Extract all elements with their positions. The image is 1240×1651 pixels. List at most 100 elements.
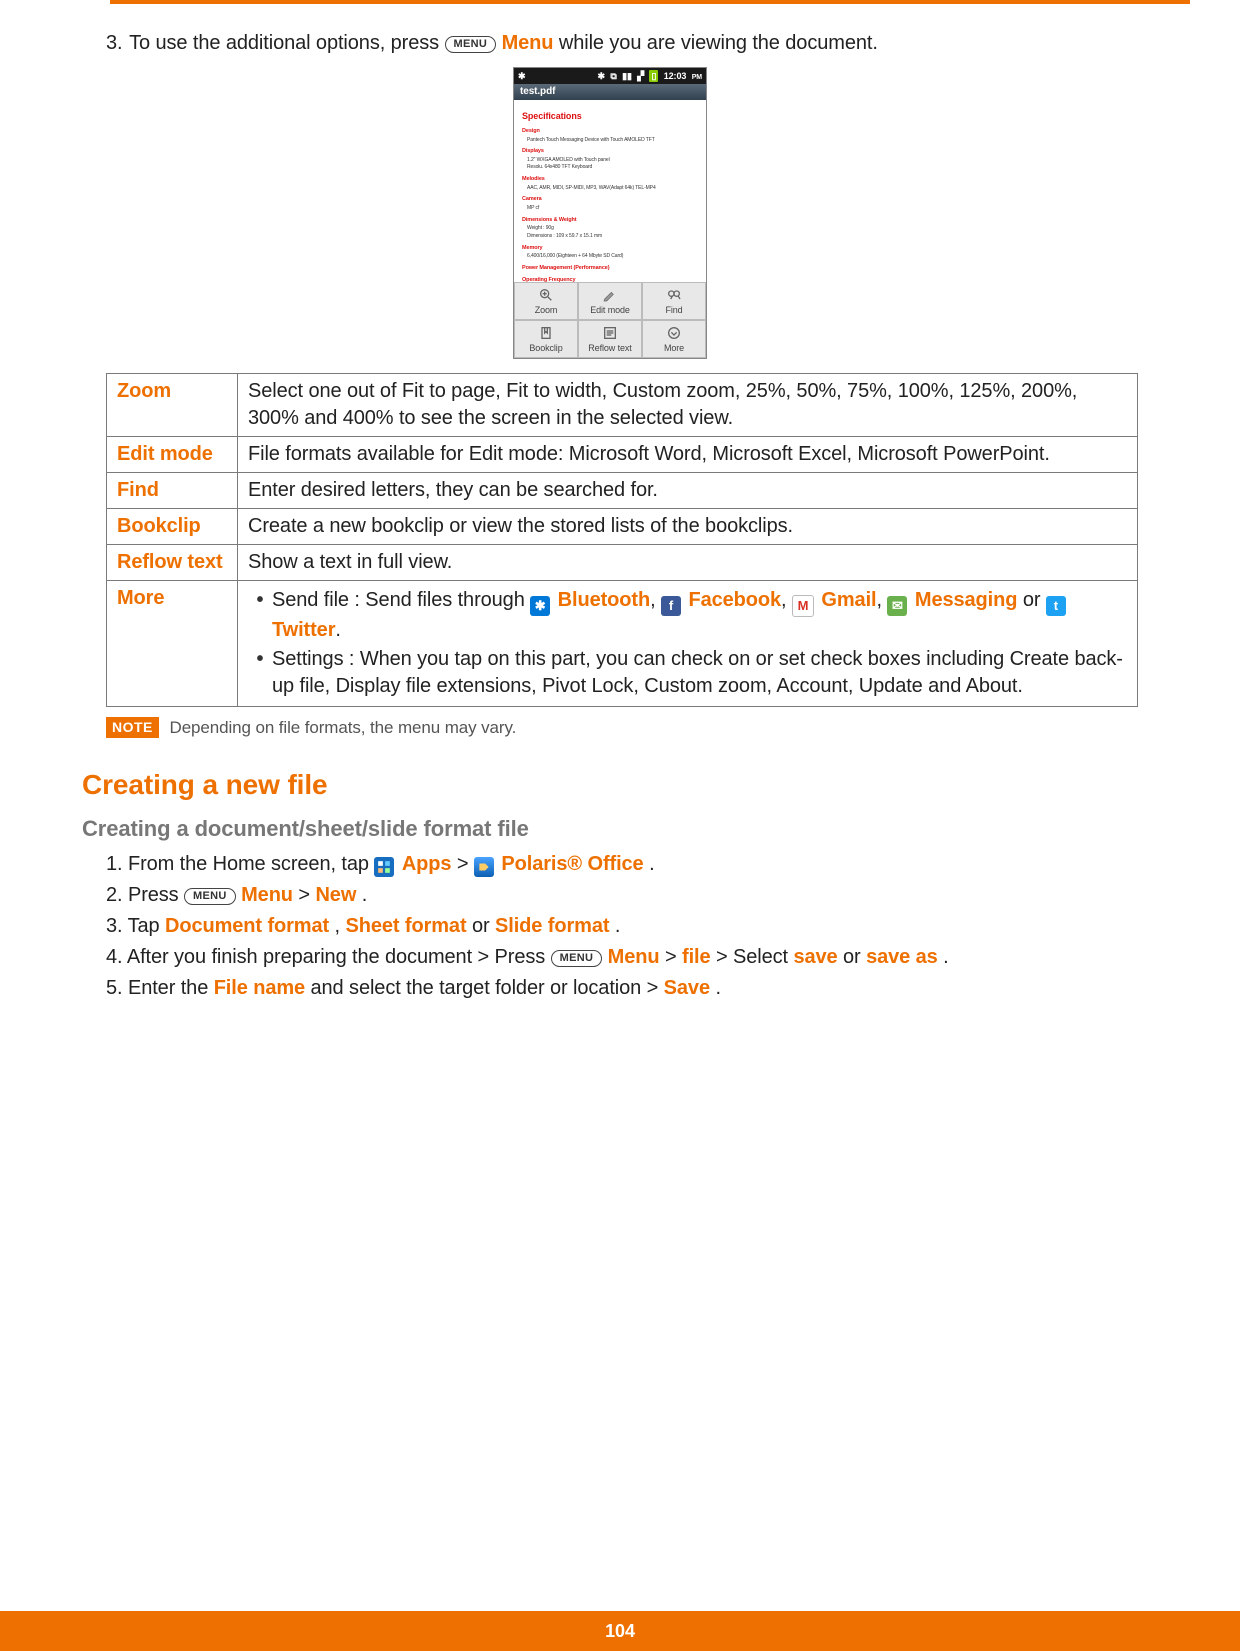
menu-label: Menu — [608, 946, 660, 968]
menu-key-icon: MENU — [184, 888, 236, 905]
twitter-icon: t — [1046, 596, 1066, 616]
step-number: 4. — [106, 946, 122, 968]
step-number: 1. — [106, 853, 122, 875]
more-sendfile: • Send file : Send files through ✱ Bluet… — [256, 587, 1127, 644]
menu-reflow[interactable]: Reflow text — [578, 320, 642, 358]
step-text: . — [649, 853, 654, 875]
step-text: . — [615, 915, 620, 937]
doc-line: Weight : 90g — [527, 225, 698, 232]
table-row: Edit mode File formats available for Edi… — [107, 437, 1138, 473]
step-number: 5. — [106, 977, 122, 999]
menu-highlight: Menu — [502, 32, 554, 54]
table-row: Bookclip Create a new bookclip or view t… — [107, 509, 1138, 545]
opt-key: Reflow text — [107, 545, 238, 581]
list-item: 5. Enter the File name and select the ta… — [106, 975, 1138, 1002]
opt-key: Edit mode — [107, 437, 238, 473]
save-label: save — [793, 946, 837, 968]
gt: > — [298, 884, 315, 906]
opt-val: File formats available for Edit mode: Mi… — [238, 437, 1138, 473]
doc-heading: Specifications — [522, 110, 698, 122]
table-row: Zoom Select one out of Fit to page, Fit … — [107, 374, 1138, 437]
wifi-icon: ⧉ — [610, 70, 616, 82]
step-text: Press — [128, 884, 184, 906]
opt-key: Bookclip — [107, 509, 238, 545]
intro-step: 3. To use the additional options, press … — [106, 30, 1138, 57]
section-heading: Creating a new file — [82, 766, 1138, 804]
facebook-icon: f — [661, 596, 681, 616]
opt-key: Zoom — [107, 374, 238, 437]
bluetooth-icon: ✱ — [530, 596, 550, 616]
step-number: 3. — [106, 30, 124, 57]
apps-label: Apps — [402, 853, 452, 875]
menu-zoom[interactable]: Zoom — [514, 282, 578, 320]
menu-label: Find — [643, 304, 705, 316]
doc-sec: Camera — [522, 196, 698, 203]
menu-key-icon: MENU — [445, 36, 497, 53]
send-label: Send file : Send files through — [272, 589, 530, 611]
saveas-label: save as — [866, 946, 938, 968]
opt-val: Select one out of Fit to page, Fit to wi… — [238, 374, 1138, 437]
opt-key: More — [107, 581, 238, 707]
opt-val: Create a new bookclip or view the stored… — [238, 509, 1138, 545]
menu-key-icon: MENU — [551, 950, 603, 967]
docfmt-label: Document format — [165, 915, 329, 937]
more-settings: • Settings : When you tap on this part, … — [256, 646, 1127, 700]
menu-label: Reflow text — [579, 342, 641, 354]
list-item: 1. From the Home screen, tap Apps > Pola… — [106, 851, 1138, 878]
doc-sec: Power Management (Performance) — [522, 265, 698, 272]
gmail-icon: M — [792, 595, 814, 617]
steps-list: 1. From the Home screen, tap Apps > Pola… — [106, 851, 1138, 1002]
battery-icon: ▯ — [649, 70, 658, 82]
opt-key: Find — [107, 473, 238, 509]
menu-label: Edit mode — [579, 304, 641, 316]
menu-more[interactable]: More — [642, 320, 706, 358]
step-text: From the Home screen, tap — [128, 853, 374, 875]
intro-post: while you are viewing the document. — [559, 32, 878, 54]
polaris-icon — [474, 857, 494, 877]
menu-find[interactable]: Find — [642, 282, 706, 320]
section-subheading: Creating a document/sheet/slide format f… — [82, 814, 1138, 844]
apps-icon — [374, 857, 394, 877]
phone-screenshot: ✱ ✱ ⧉ ▮▮ ▞ ▯ 12:03 PM test.pdf Specifica… — [513, 67, 707, 359]
bluetooth-label: Bluetooth — [558, 589, 650, 611]
options-table: Zoom Select one out of Fit to page, Fit … — [106, 373, 1138, 707]
more-icon — [643, 324, 705, 342]
file-label: file — [682, 946, 711, 968]
opt-val: Enter desired letters, they can be searc… — [238, 473, 1138, 509]
settings-text: Settings : When you tap on this part, yo… — [272, 646, 1127, 700]
list-item: 2. Press MENU Menu > New . — [106, 882, 1138, 909]
page-footer: 104 — [0, 1611, 1240, 1651]
menu-bookclip[interactable]: Bookclip — [514, 320, 578, 358]
phone-menu-grid: Zoom Edit mode Find Bookclip Reflow text — [514, 282, 706, 358]
slidefmt-label: Slide format — [495, 915, 609, 937]
doc-sec: Dimensions & Weight — [522, 217, 698, 224]
step-text: . — [943, 946, 948, 968]
opt-val: Show a text in full view. — [238, 545, 1138, 581]
opt-val-more: • Send file : Send files through ✱ Bluet… — [238, 581, 1138, 707]
find-icon — [643, 286, 705, 304]
step-text: and select the target folder or location… — [311, 977, 664, 999]
menu-label: Zoom — [515, 304, 577, 316]
phone-doc-body: Specifications Design Pantech Touch Mess… — [514, 100, 706, 282]
top-rule — [110, 0, 1190, 4]
bluetooth-icon: ✱ — [518, 70, 525, 82]
intro-pre: To use the additional options, press — [129, 32, 444, 54]
menu-editmode[interactable]: Edit mode — [578, 282, 642, 320]
note-badge: NOTE — [106, 717, 159, 738]
step-text: , — [335, 915, 346, 937]
step-text: > Select — [716, 946, 793, 968]
doc-sec: Displays — [522, 148, 698, 155]
bt-icon: ✱ — [598, 70, 605, 82]
bookclip-icon — [515, 324, 577, 342]
new-label: New — [315, 884, 356, 906]
menu-label: Bookclip — [515, 342, 577, 354]
save-label: Save — [664, 977, 710, 999]
messaging-icon: ✉ — [887, 596, 907, 616]
step-number: 2. — [106, 884, 122, 906]
phone-status-bar: ✱ ✱ ⧉ ▮▮ ▞ ▯ 12:03 PM — [514, 68, 706, 84]
gt: > — [457, 853, 474, 875]
step-text: or — [472, 915, 495, 937]
step-text: Tap — [128, 915, 165, 937]
messaging-label: Messaging — [915, 589, 1017, 611]
phone-titlebar: test.pdf — [514, 84, 706, 100]
